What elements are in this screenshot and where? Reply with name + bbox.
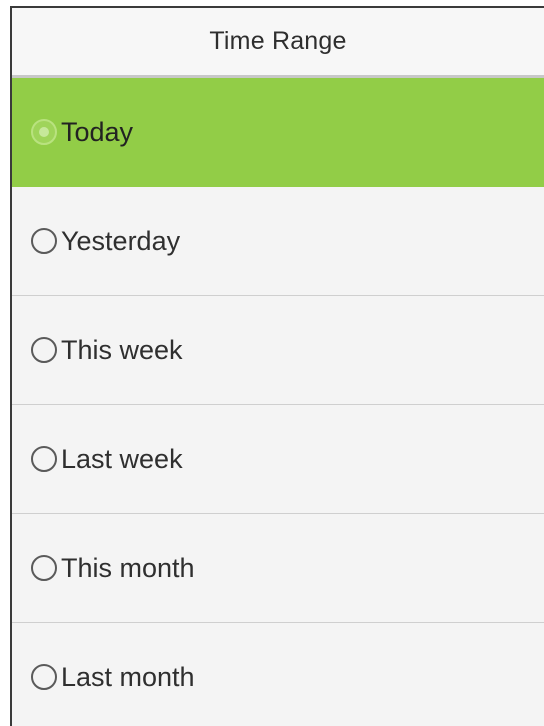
- header-bar: Time Range: [12, 8, 544, 78]
- radio-unselected-icon[interactable]: [31, 446, 57, 472]
- time-range-screen: Time Range Today Yesterday This week Las…: [10, 6, 544, 726]
- option-today[interactable]: Today: [12, 78, 544, 187]
- option-this-month[interactable]: This month: [12, 514, 544, 623]
- option-label: Today: [61, 116, 134, 147]
- option-label: Last week: [61, 443, 183, 474]
- radio-unselected-icon[interactable]: [31, 664, 57, 690]
- time-range-options-list: Today Yesterday This week Last week This…: [12, 78, 544, 726]
- page-title: Time Range: [209, 27, 347, 55]
- radio-unselected-icon[interactable]: [31, 228, 57, 254]
- option-label: This week: [61, 334, 183, 365]
- radio-selected-icon[interactable]: [31, 119, 57, 145]
- option-label: Yesterday: [61, 225, 181, 256]
- option-this-week[interactable]: This week: [12, 296, 544, 405]
- option-last-week[interactable]: Last week: [12, 405, 544, 514]
- option-label: Last month: [61, 661, 195, 692]
- option-last-month[interactable]: Last month: [12, 623, 544, 726]
- radio-unselected-icon[interactable]: [31, 555, 57, 581]
- option-label: This month: [61, 552, 195, 583]
- radio-unselected-icon[interactable]: [31, 337, 57, 363]
- option-yesterday[interactable]: Yesterday: [12, 187, 544, 296]
